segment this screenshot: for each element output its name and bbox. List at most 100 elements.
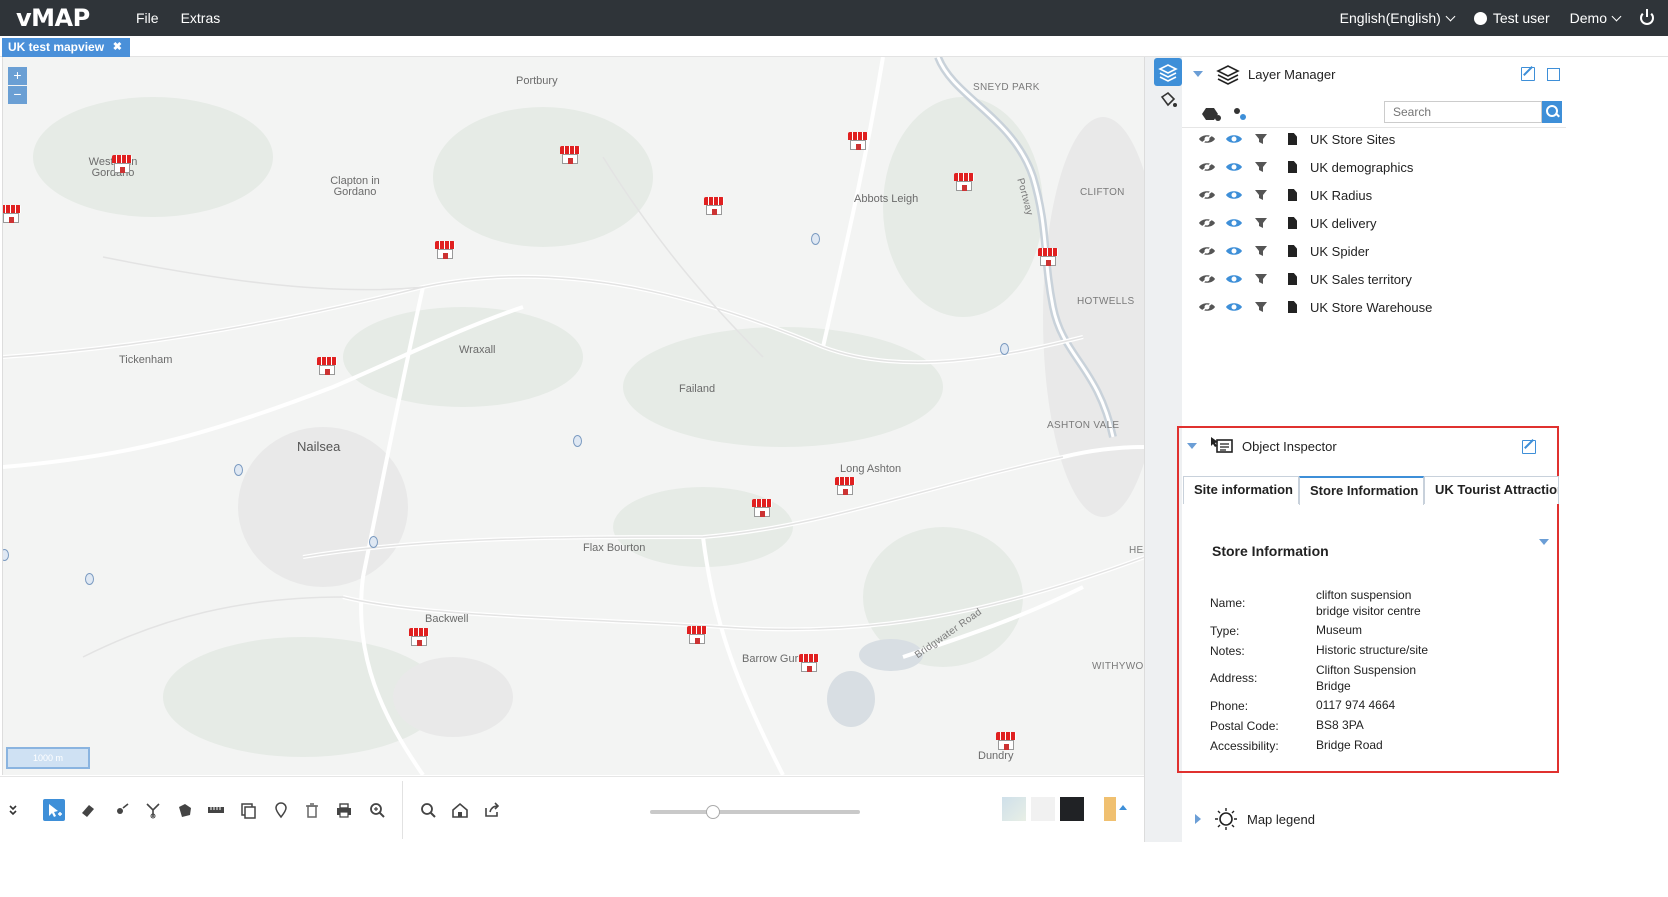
tab-uk-test-mapview[interactable]: UK test mapview ✖ — [2, 38, 130, 57]
tab-store-information[interactable]: Store Information — [1299, 476, 1424, 505]
print-icon[interactable] — [333, 799, 355, 821]
eye-icon[interactable] — [1225, 188, 1243, 202]
store-marker-icon[interactable] — [996, 732, 1016, 750]
eye-icon[interactable] — [1225, 244, 1243, 258]
edit-icon[interactable] — [1522, 440, 1536, 454]
basemap-light-thumb[interactable] — [1031, 797, 1055, 821]
map-pin-icon[interactable] — [270, 799, 292, 821]
polygon-icon[interactable] — [173, 799, 195, 821]
store-marker-icon[interactable] — [835, 477, 855, 495]
map-legend-header[interactable]: Map legend — [1182, 804, 1566, 834]
copy-icon[interactable] — [237, 799, 259, 821]
object-inspector-header[interactable]: Object Inspector — [1179, 431, 1557, 461]
store-marker-icon[interactable] — [409, 628, 429, 646]
basemap-satellite-thumb[interactable] — [1002, 797, 1026, 821]
layer-search-input[interactable] — [1384, 101, 1542, 123]
export-icon[interactable] — [1547, 68, 1560, 81]
store-marker-icon[interactable] — [799, 654, 819, 672]
store-marker-icon[interactable] — [112, 155, 132, 173]
eye-icon[interactable] — [1225, 216, 1243, 230]
hide-icon[interactable] — [1198, 300, 1216, 314]
tourist-info-icon[interactable] — [85, 573, 94, 585]
collapse-caret-icon[interactable] — [1193, 71, 1203, 77]
layer-row[interactable]: UK demographics — [1182, 153, 1566, 181]
store-marker-icon[interactable] — [1038, 248, 1058, 266]
filter-icon[interactable] — [1252, 160, 1270, 174]
layer-row[interactable]: UK Store Sites — [1182, 125, 1566, 153]
account-dropdown[interactable]: Demo — [1570, 10, 1622, 26]
menu-extras[interactable]: Extras — [181, 10, 221, 26]
tourist-info-icon[interactable] — [369, 536, 378, 548]
eye-icon[interactable] — [1225, 132, 1243, 146]
menu-file[interactable]: File — [136, 10, 159, 26]
basemap-more-thumb[interactable] — [1104, 797, 1116, 821]
close-icon[interactable]: ✖ — [113, 40, 122, 53]
store-marker-icon[interactable] — [848, 132, 868, 150]
collapse-caret-icon[interactable] — [1187, 443, 1197, 449]
language-dropdown[interactable]: English(English) — [1340, 10, 1456, 26]
hide-icon[interactable] — [1198, 160, 1216, 174]
hide-icon[interactable] — [1198, 244, 1216, 258]
collapse-icon[interactable] — [2, 799, 24, 821]
chevron-down-icon[interactable] — [1539, 539, 1549, 545]
share-icon[interactable] — [481, 799, 503, 821]
measure-icon[interactable] — [205, 799, 227, 821]
tourist-info-icon[interactable] — [1000, 343, 1009, 355]
hide-icon[interactable] — [1198, 216, 1216, 230]
layer-row[interactable]: UK Spider — [1182, 237, 1566, 265]
slider-handle[interactable] — [706, 805, 720, 819]
layers-tab-button[interactable] — [1154, 58, 1182, 86]
filter-icon[interactable] — [1252, 272, 1270, 286]
store-marker-icon[interactable] — [317, 357, 337, 375]
filter-icon[interactable] — [1252, 244, 1270, 258]
zoom-in-button[interactable]: + — [8, 67, 27, 85]
filter-icon[interactable] — [1252, 188, 1270, 202]
filter-icon[interactable] — [1252, 300, 1270, 314]
draw-point-icon[interactable] — [111, 799, 133, 821]
style-tab-button[interactable] — [1154, 87, 1182, 115]
add-group-icon[interactable] — [1232, 106, 1250, 122]
map-canvas[interactable]: + − Portbury SNEYD PARK Weston in Gordan… — [2, 57, 1144, 775]
logout-button[interactable] — [1640, 9, 1654, 25]
tourist-info-icon[interactable] — [811, 233, 820, 245]
store-marker-icon[interactable] — [752, 499, 772, 517]
eye-icon[interactable] — [1225, 160, 1243, 174]
filter-icon[interactable] — [1252, 216, 1270, 230]
select-icon[interactable] — [43, 799, 65, 821]
search-icon[interactable] — [1542, 101, 1562, 123]
hide-icon[interactable] — [1198, 188, 1216, 202]
store-marker-icon[interactable] — [3, 205, 21, 223]
search-icon[interactable] — [417, 799, 439, 821]
layer-row[interactable]: UK Store Warehouse — [1182, 293, 1566, 321]
layer-manager-header[interactable]: Layer Manager — [1182, 59, 1566, 89]
tourist-info-icon[interactable] — [234, 464, 243, 476]
layer-row[interactable]: UK Radius — [1182, 181, 1566, 209]
layer-opacity-slider[interactable] — [650, 810, 860, 814]
store-marker-icon[interactable] — [704, 197, 724, 215]
home-icon[interactable] — [449, 799, 471, 821]
erase-icon[interactable] — [77, 799, 99, 821]
store-marker-icon[interactable] — [560, 146, 580, 164]
layer-row[interactable]: UK delivery — [1182, 209, 1566, 237]
store-marker-icon[interactable] — [435, 241, 455, 259]
delete-icon[interactable] — [301, 799, 323, 821]
filter-icon[interactable] — [1252, 132, 1270, 146]
zoom-area-icon[interactable] — [366, 799, 388, 821]
hide-icon[interactable] — [1198, 132, 1216, 146]
user-menu[interactable]: Test user — [1473, 10, 1550, 26]
add-layer-icon[interactable] — [1200, 106, 1222, 122]
edit-icon[interactable] — [1521, 67, 1535, 81]
store-marker-icon[interactable] — [954, 173, 974, 191]
hide-icon[interactable] — [1198, 272, 1216, 286]
eye-icon[interactable] — [1225, 300, 1243, 314]
tab-site-information[interactable]: Site information — [1183, 476, 1299, 504]
tab-uk-tourist-attractions[interactable]: UK Tourist Attractions — [1424, 476, 1559, 504]
split-icon[interactable] — [142, 799, 164, 821]
eye-icon[interactable] — [1225, 272, 1243, 286]
tourist-info-icon[interactable] — [573, 435, 582, 447]
chevron-up-icon[interactable] — [1119, 805, 1127, 810]
expand-caret-icon[interactable] — [1195, 814, 1201, 824]
store-marker-icon[interactable] — [687, 626, 707, 644]
layer-row[interactable]: UK Sales territory — [1182, 265, 1566, 293]
zoom-out-button[interactable]: − — [8, 86, 27, 104]
